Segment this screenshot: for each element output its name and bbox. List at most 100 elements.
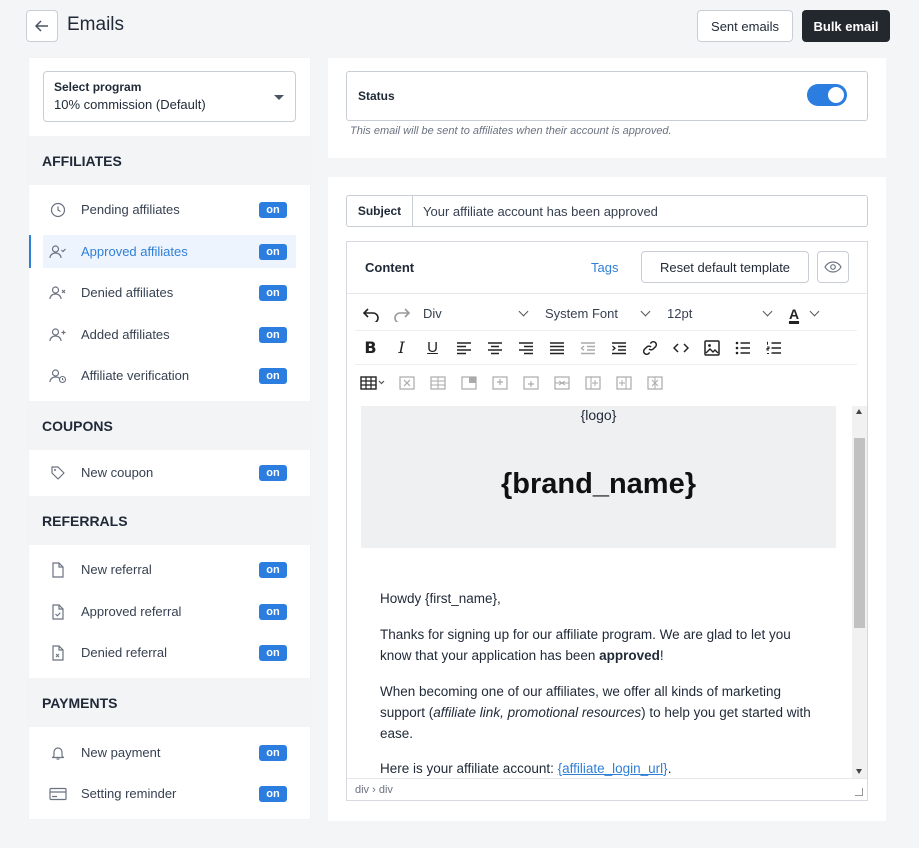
image-icon — [703, 339, 720, 356]
subject-input[interactable]: Your affiliate account has been approved — [413, 196, 867, 226]
justify-button[interactable] — [541, 334, 572, 362]
user-check-icon — [49, 243, 67, 261]
insert-row-after-button[interactable] — [515, 369, 546, 397]
italic-button[interactable]: I — [386, 334, 417, 362]
align-right-button[interactable] — [510, 334, 541, 362]
email-text: ! — [659, 648, 664, 663]
email-text: . — [667, 761, 672, 776]
align-right-icon — [518, 341, 533, 354]
element-path[interactable]: div › div — [355, 784, 393, 796]
resize-grip-icon[interactable] — [855, 788, 863, 796]
insert-column-before-button[interactable] — [577, 369, 608, 397]
brand-name-placeholder: {brand_name} — [500, 468, 696, 500]
sidebar-item-approved-affiliates[interactable]: Approved affiliates on — [29, 235, 296, 268]
undo-button[interactable] — [355, 300, 386, 328]
sidebar-item-denied-referral[interactable]: Denied referral on — [43, 636, 296, 669]
status-badge: on — [259, 326, 287, 343]
email-italic-text: affiliate link, promotional resources — [433, 705, 642, 720]
sidebar-item-label: New referral — [81, 562, 152, 577]
sidebar-item-label: Approved referral — [81, 604, 182, 619]
table-delete-button[interactable] — [391, 369, 422, 397]
sidebar-item-label: Denied referral — [81, 645, 167, 660]
font-family-select[interactable]: System Font — [539, 300, 655, 327]
text-color-dropdown[interactable] — [805, 300, 823, 328]
cell-properties-button[interactable] — [453, 369, 484, 397]
sidebar-item-label: New coupon — [81, 465, 154, 480]
tag-icon — [49, 464, 67, 482]
scroll-up-icon[interactable] — [856, 409, 862, 414]
link-icon — [642, 340, 657, 355]
preview-button[interactable] — [817, 251, 849, 283]
code-button[interactable] — [665, 334, 696, 362]
table-properties-icon — [429, 376, 446, 390]
text-color-button[interactable]: A — [783, 300, 805, 328]
bulk-email-button[interactable]: Bulk email — [802, 10, 890, 42]
sidebar-item-denied-affiliates[interactable]: Denied affiliates on — [43, 276, 296, 309]
bullet-list-button[interactable] — [727, 334, 758, 362]
delete-row-button[interactable] — [546, 369, 577, 397]
redo-button[interactable] — [386, 300, 417, 328]
affiliate-login-link[interactable]: {affiliate_login_url} — [558, 761, 668, 776]
outdent-button[interactable] — [572, 334, 603, 362]
align-center-button[interactable] — [479, 334, 510, 362]
file-x-icon — [49, 644, 67, 662]
section-referrals-heading: REFERRALS — [29, 496, 310, 545]
bullet-list-icon — [735, 341, 750, 354]
sidebar-item-label: Approved affiliates — [81, 244, 188, 259]
insert-row-before-button[interactable] — [484, 369, 515, 397]
sidebar-item-new-coupon[interactable]: New coupon on — [43, 456, 296, 489]
tags-link[interactable]: Tags — [591, 260, 618, 275]
toolbar-row-2: B I U — [355, 331, 857, 365]
sidebar-item-affiliate-verification[interactable]: Affiliate verification on — [43, 359, 296, 392]
content-editor: Content Tags Reset default template Div … — [346, 241, 868, 801]
reset-template-button[interactable]: Reset default template — [641, 251, 809, 283]
font-size-select[interactable]: 12pt — [661, 300, 777, 327]
sent-emails-button[interactable]: Sent emails — [697, 10, 793, 42]
logo-placeholder: {logo} — [580, 407, 617, 423]
delete-column-button[interactable] — [639, 369, 670, 397]
underline-icon: U — [427, 339, 438, 356]
block-format-select[interactable]: Div — [417, 300, 533, 327]
image-button[interactable] — [696, 334, 727, 362]
numbered-list-button[interactable] — [758, 334, 789, 362]
arrow-left-icon — [34, 20, 48, 32]
toolbar-row-1: Div System Font 12pt A — [355, 297, 857, 331]
justify-icon — [549, 341, 564, 354]
table-button[interactable] — [355, 369, 391, 397]
underline-button[interactable]: U — [417, 334, 448, 362]
chevron-down-icon — [809, 306, 819, 317]
bold-button[interactable]: B — [355, 334, 386, 362]
content-label: Content — [365, 260, 415, 275]
table-properties-button[interactable] — [422, 369, 453, 397]
link-button[interactable] — [634, 334, 665, 362]
cell-properties-icon — [460, 376, 477, 390]
align-left-button[interactable] — [448, 334, 479, 362]
editor-scrollbar[interactable] — [852, 406, 867, 778]
status-badge: on — [259, 603, 287, 620]
scroll-down-icon[interactable] — [856, 769, 862, 774]
credit-card-icon — [49, 785, 67, 803]
align-left-icon — [456, 341, 471, 354]
sidebar-item-new-referral[interactable]: New referral on — [43, 553, 296, 586]
scroll-thumb[interactable] — [854, 438, 865, 628]
program-select-value: 10% commission (Default) — [54, 97, 206, 112]
sidebar-item-pending-affiliates[interactable]: Pending affiliates on — [43, 193, 296, 226]
indent-button[interactable] — [603, 334, 634, 362]
sidebar-item-added-affiliates[interactable]: Added affiliates on — [43, 318, 296, 351]
email-text: Here is your affiliate account: — [380, 761, 558, 776]
back-button[interactable] — [26, 10, 58, 42]
sidebar-item-new-payment[interactable]: New payment on — [43, 736, 296, 769]
status-toggle[interactable] — [807, 84, 847, 106]
insert-column-after-button[interactable] — [608, 369, 639, 397]
editor-content-area[interactable]: {logo} {brand_name} Howdy {first_name}, … — [347, 406, 852, 778]
section-payments-heading: PAYMENTS — [29, 678, 310, 727]
status-badge: on — [259, 561, 287, 578]
program-select[interactable]: Select program 10% commission (Default) — [43, 71, 296, 122]
status-badge: on — [259, 744, 287, 761]
sidebar-item-setting-reminder[interactable]: Setting reminder on — [43, 777, 296, 810]
sidebar-item-approved-referral[interactable]: Approved referral on — [43, 595, 296, 628]
email-paragraph-1: Thanks for signing up for our affiliate … — [380, 624, 825, 666]
sidebar-item-label: Setting reminder — [81, 786, 177, 801]
redo-icon — [393, 307, 410, 322]
chevron-down-icon — [762, 306, 773, 317]
